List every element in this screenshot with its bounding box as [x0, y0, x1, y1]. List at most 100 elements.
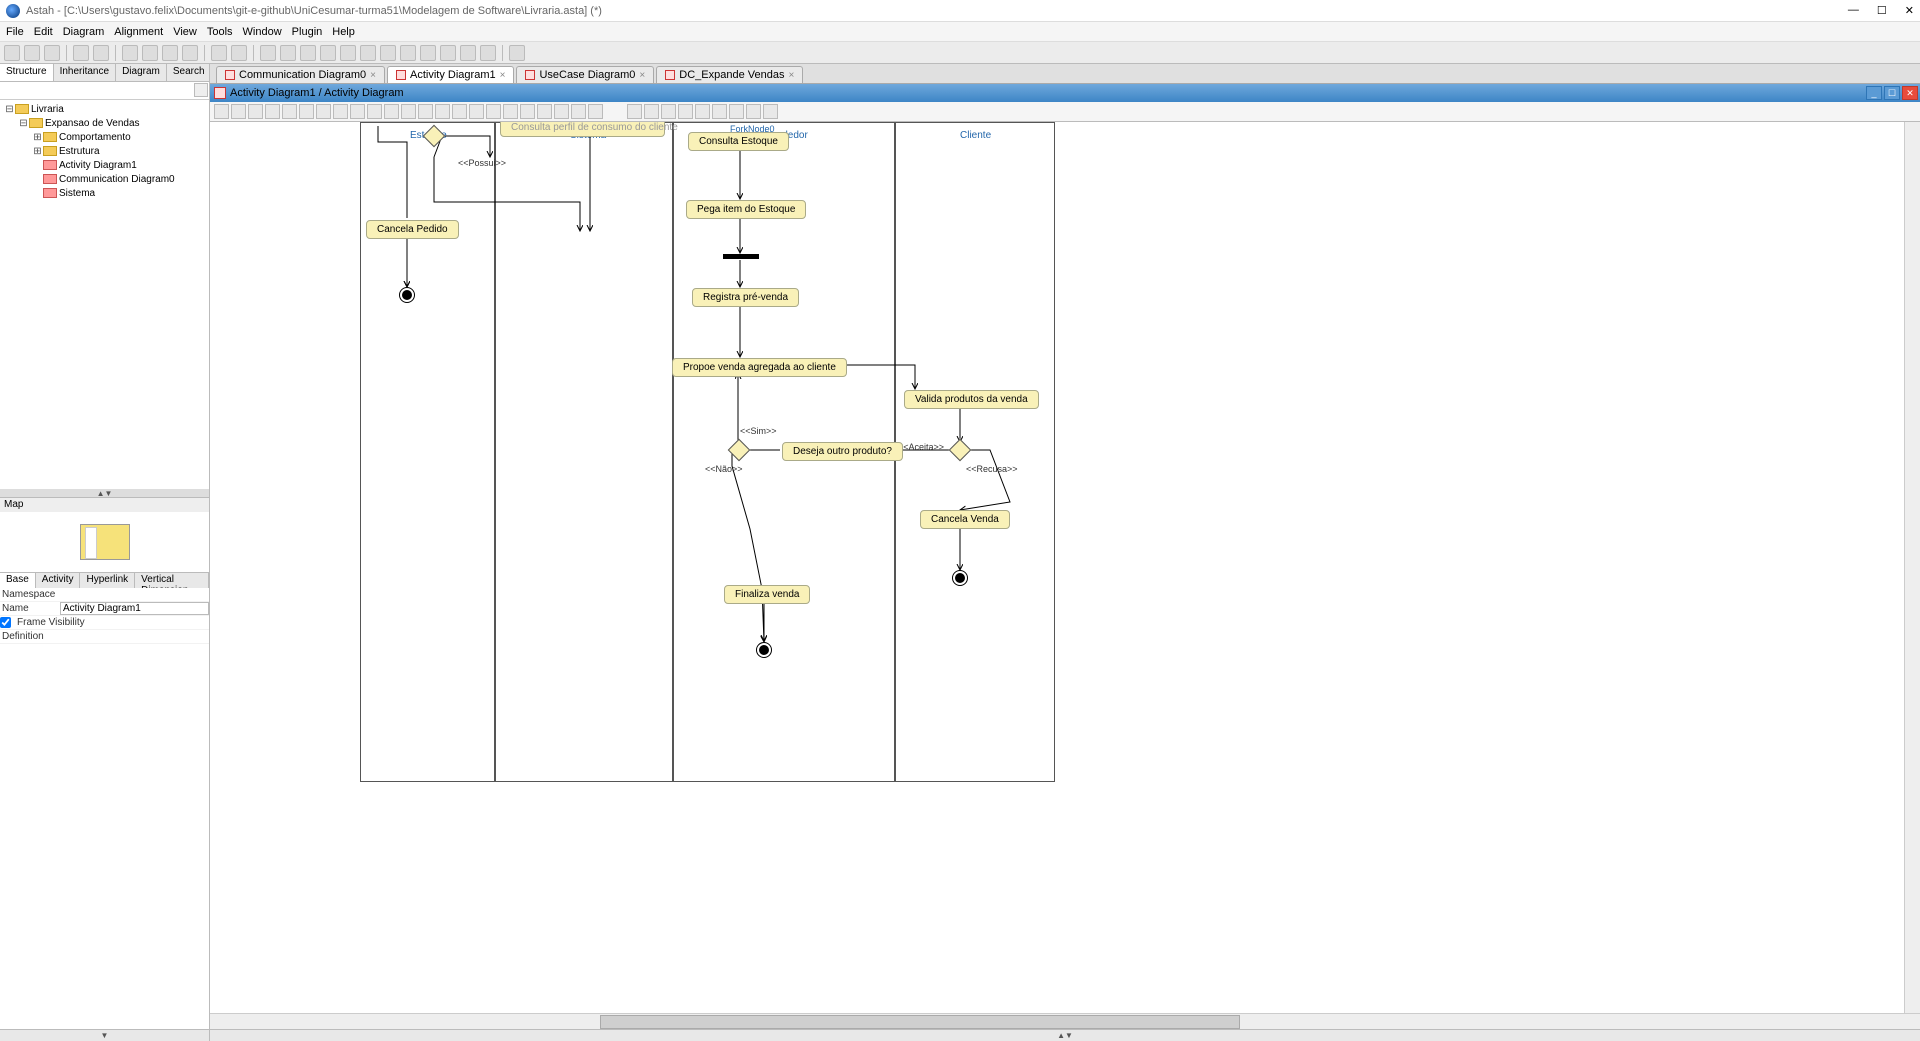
tab-diagram[interactable]: Diagram [116, 64, 167, 81]
frame-visibility-checkbox[interactable] [0, 617, 11, 628]
diagram-canvas[interactable]: Estoque Sistema Vendedor Cliente ForkNod… [210, 122, 1480, 812]
back-icon[interactable] [211, 45, 227, 61]
canvas-area[interactable]: Estoque Sistema Vendedor Cliente ForkNod… [210, 122, 1920, 1013]
close-tab-icon[interactable]: × [370, 70, 376, 81]
redo-icon[interactable] [93, 45, 109, 61]
object-node-icon[interactable] [469, 104, 484, 119]
tree-item[interactable]: Activity Diagram1 [59, 160, 137, 171]
final-node-icon[interactable] [282, 104, 297, 119]
end-node-estoque[interactable] [399, 287, 415, 303]
distribute-h-icon[interactable] [380, 45, 396, 61]
close-tab-icon[interactable]: × [788, 70, 794, 81]
menu-tools[interactable]: Tools [207, 26, 233, 38]
ptab-activity[interactable]: Activity [36, 573, 81, 588]
activity-finaliza[interactable]: Finaliza venda [724, 585, 810, 604]
activity-deseja[interactable]: Deseja outro produto? [782, 442, 903, 461]
scrollbar-thumb[interactable] [600, 1015, 1240, 1029]
left-collapse[interactable]: ▼ [0, 1029, 209, 1041]
image-icon[interactable] [588, 104, 603, 119]
tree-item[interactable]: Sistema [59, 188, 95, 199]
connector-icon[interactable] [486, 104, 501, 119]
activity-pega-item[interactable]: Pega item do Estoque [686, 200, 806, 219]
end-node-vendedor[interactable] [756, 642, 772, 658]
expand-icon[interactable]: ⊞ [32, 132, 43, 143]
text-icon[interactable] [537, 104, 552, 119]
doc-tab[interactable]: Communication Diagram0× [216, 66, 385, 83]
structure-tree[interactable]: ⊟Livraria ⊟Expansao de Vendas ⊞Comportam… [0, 100, 209, 489]
swimlane-sistema[interactable] [495, 122, 673, 782]
pin-icon[interactable] [452, 104, 467, 119]
control-flow-icon[interactable] [384, 104, 399, 119]
align-middle-icon[interactable] [340, 45, 356, 61]
doc-tab[interactable]: DC_Expande Vendas× [656, 66, 803, 83]
activity-registra[interactable]: Registra pré-venda [692, 288, 799, 307]
minimap[interactable] [0, 512, 209, 572]
save-icon[interactable] [44, 45, 60, 61]
activity-consulta-top[interactable]: Consulta perfil de consumo do cliente [500, 122, 665, 137]
bottom-collapse[interactable]: ▲▼ [210, 1029, 1920, 1041]
note-anchor-icon[interactable] [520, 104, 535, 119]
open-icon[interactable] [24, 45, 40, 61]
ptab-hyperlink[interactable]: Hyperlink [80, 573, 135, 588]
expand-icon[interactable]: ⊟ [4, 104, 15, 115]
rect-icon[interactable] [554, 104, 569, 119]
menu-edit[interactable]: Edit [34, 26, 53, 38]
forward-icon[interactable] [231, 45, 247, 61]
align-top-icon[interactable] [320, 45, 336, 61]
tree-item[interactable]: Communication Diagram0 [59, 174, 175, 185]
fit-icon[interactable] [729, 104, 744, 119]
menu-plugin[interactable]: Plugin [292, 26, 323, 38]
zoom-region-icon[interactable] [182, 45, 198, 61]
zoom-in-icon[interactable] [162, 45, 178, 61]
doc-tab[interactable]: UseCase Diagram0× [516, 66, 654, 83]
menu-diagram[interactable]: Diagram [63, 26, 105, 38]
prop-name-input[interactable]: Activity Diagram1 [60, 602, 209, 615]
hand-tool-icon[interactable] [627, 104, 642, 119]
close-button[interactable]: ✕ [1905, 4, 1914, 17]
activity-valida[interactable]: Valida produtos da venda [904, 390, 1039, 409]
same-height-icon[interactable] [440, 45, 456, 61]
distribute-v-icon[interactable] [400, 45, 416, 61]
menu-file[interactable]: File [6, 26, 24, 38]
note-icon[interactable] [503, 104, 518, 119]
inner-close-button[interactable]: ✕ [1902, 86, 1918, 100]
decision-node-icon[interactable] [316, 104, 331, 119]
expand-icon[interactable]: ⊞ [32, 146, 43, 157]
zoom-out-icon[interactable] [142, 45, 158, 61]
tree-separator[interactable]: ▲▼ [0, 489, 209, 497]
tab-search[interactable]: Search [167, 64, 212, 81]
activity-propoe[interactable]: Propoe venda agregada ao cliente [672, 358, 847, 377]
minimap-thumb[interactable] [80, 524, 130, 560]
ptab-base[interactable]: Base [0, 573, 36, 588]
tree-item[interactable]: Comportamento [59, 132, 131, 143]
layout-icon[interactable] [695, 104, 710, 119]
snap-icon[interactable] [661, 104, 676, 119]
undo-icon[interactable] [73, 45, 89, 61]
partition-tool-icon[interactable] [231, 104, 246, 119]
align-right-icon[interactable] [300, 45, 316, 61]
line-icon[interactable] [571, 104, 586, 119]
initial-node-icon[interactable] [265, 104, 280, 119]
grid-icon[interactable] [644, 104, 659, 119]
swimlane-cliente[interactable] [895, 122, 1055, 782]
color-icon[interactable] [509, 45, 525, 61]
group-icon[interactable] [460, 45, 476, 61]
inner-maximize-button[interactable]: ☐ [1884, 86, 1900, 100]
zoom-fit-icon[interactable] [122, 45, 138, 61]
send-signal-icon[interactable] [418, 104, 433, 119]
object-flow-icon[interactable] [401, 104, 416, 119]
vertical-scrollbar[interactable] [1904, 122, 1920, 1025]
doc-tab-active[interactable]: Activity Diagram1× [387, 66, 514, 83]
ungroup-icon[interactable] [480, 45, 496, 61]
close-tab-icon[interactable]: × [639, 70, 645, 81]
select-tool-icon[interactable] [214, 104, 229, 119]
merge-node-icon[interactable] [333, 104, 348, 119]
menu-window[interactable]: Window [243, 26, 282, 38]
align-center-icon[interactable] [280, 45, 296, 61]
join-bar[interactable] [723, 254, 759, 259]
filter-button[interactable] [194, 83, 208, 97]
menu-help[interactable]: Help [332, 26, 355, 38]
tree-item[interactable]: Estrutura [59, 146, 100, 157]
action-tool-icon[interactable] [248, 104, 263, 119]
end-node-cliente[interactable] [952, 570, 968, 586]
